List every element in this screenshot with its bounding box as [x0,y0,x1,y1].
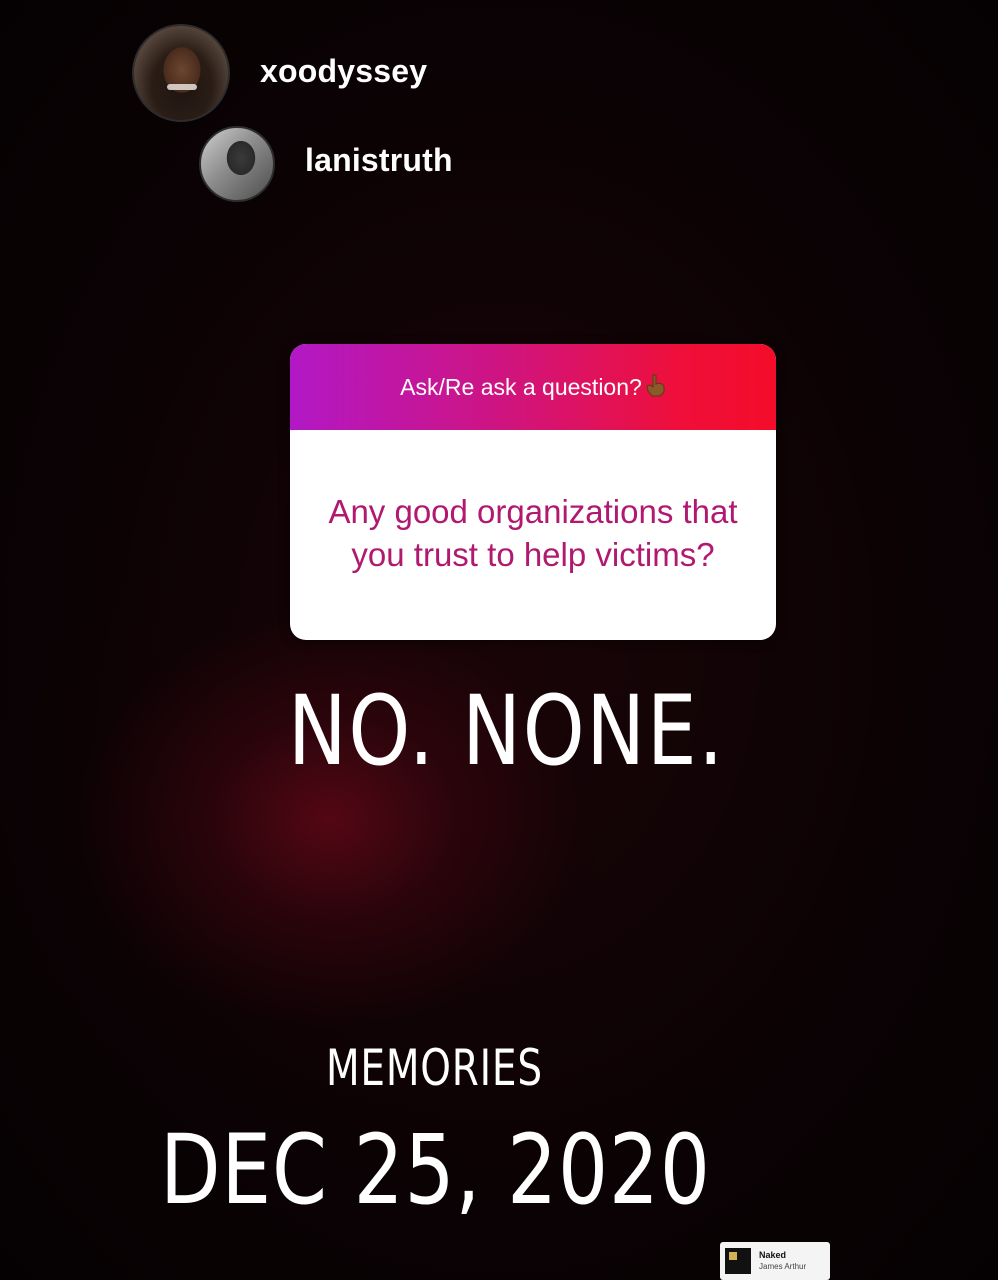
mentioned-username[interactable]: lanistruth [305,142,453,179]
music-info: Naked James Arthur [759,1250,806,1272]
music-sticker[interactable]: Naked James Arthur [720,1242,830,1280]
answer-text: NO. NONE. [287,675,725,787]
pointing-hand-emoji-icon [644,373,666,397]
user-avatar[interactable] [132,24,230,122]
question-text: Any good organizations that you trust to… [328,493,738,573]
mentioned-user-row[interactable]: lanistruth [199,126,453,202]
username[interactable]: xoodyssey [260,53,427,90]
question-sticker[interactable]: Ask/Re ask a question? Any good organiza… [290,344,776,640]
mentioned-user-avatar[interactable] [199,126,275,202]
song-artist: James Arthur [759,1262,807,1271]
memory-date: DEC 25, 2020 [160,1114,711,1226]
memories-label: MEMORIES [326,1039,543,1097]
question-sticker-header: Ask/Re ask a question? [290,344,776,430]
story-screen: xoodyssey lanistruth Ask/Re ask a questi… [0,0,998,1280]
album-art-icon [725,1248,751,1274]
song-title: Naked [759,1250,787,1260]
question-sticker-body: Any good organizations that you trust to… [290,430,776,640]
story-user-row[interactable]: xoodyssey [132,24,427,122]
question-sticker-prompt: Ask/Re ask a question? [400,373,642,400]
